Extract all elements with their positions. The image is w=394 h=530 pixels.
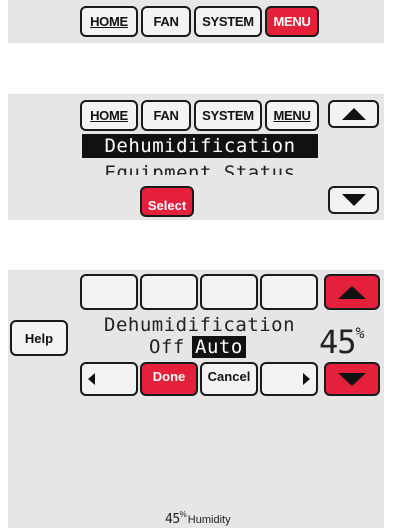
footer-humidity-label: Humidity <box>187 514 231 526</box>
done-button[interactable]: Done <box>140 362 198 396</box>
tab-fan[interactable]: FAN <box>141 100 191 131</box>
menu-item-selected[interactable]: Dehumidification <box>82 134 318 158</box>
tab-fan[interactable]: FAN <box>141 6 191 37</box>
footer-humidity-value: 45 <box>165 512 180 527</box>
blank-button-4[interactable] <box>260 274 318 310</box>
menu-item-next[interactable]: Equipment Status <box>82 161 318 175</box>
increase-button[interactable] <box>324 274 380 310</box>
footer-humidity: 45%Humidity <box>165 510 231 528</box>
blank-button-2[interactable] <box>140 274 198 310</box>
tab-menu[interactable]: MENU <box>265 100 319 131</box>
footer-humidity-unit: % <box>179 510 187 519</box>
right-arrow-icon <box>303 373 310 385</box>
humidity-readout: 45% <box>319 323 365 361</box>
option-off: Off <box>149 336 185 358</box>
option-auto: Auto <box>192 336 246 358</box>
select-button[interactable]: Select <box>140 186 194 217</box>
tab-home[interactable]: HOME <box>80 100 138 131</box>
menu-item-clip: Equipment Status <box>82 161 318 175</box>
cancel-button[interactable]: Cancel <box>200 362 258 396</box>
scroll-down-button[interactable] <box>328 186 379 214</box>
tab-menu[interactable]: MENU <box>265 6 319 37</box>
down-arrow-icon <box>338 372 366 386</box>
setting-screen: Help Dehumidification Off Auto 45% Done … <box>8 270 384 528</box>
humidity-value: 45 <box>319 323 357 361</box>
up-arrow-icon <box>338 285 366 299</box>
right-arrow-button[interactable] <box>260 362 318 396</box>
left-arrow-button[interactable] <box>80 362 138 396</box>
blank-button-3[interactable] <box>200 274 258 310</box>
menu-screen: HOME FAN SYSTEM MENU Dehumidification Eq… <box>8 94 384 220</box>
top-menu-bar: HOME FAN SYSTEM MENU <box>8 0 384 43</box>
tab-system[interactable]: SYSTEM <box>194 6 262 37</box>
down-arrow-icon <box>341 194 366 206</box>
help-button[interactable]: Help <box>10 320 68 356</box>
decrease-button[interactable] <box>324 362 380 396</box>
tab-system[interactable]: SYSTEM <box>194 100 262 131</box>
scroll-up-button[interactable] <box>328 100 379 128</box>
setting-title: Dehumidification <box>104 314 296 336</box>
left-arrow-icon <box>88 373 95 385</box>
tab-home[interactable]: HOME <box>80 6 138 37</box>
blank-button-1[interactable] <box>80 274 138 310</box>
humidity-unit: % <box>355 324 365 342</box>
up-arrow-icon <box>341 108 366 120</box>
